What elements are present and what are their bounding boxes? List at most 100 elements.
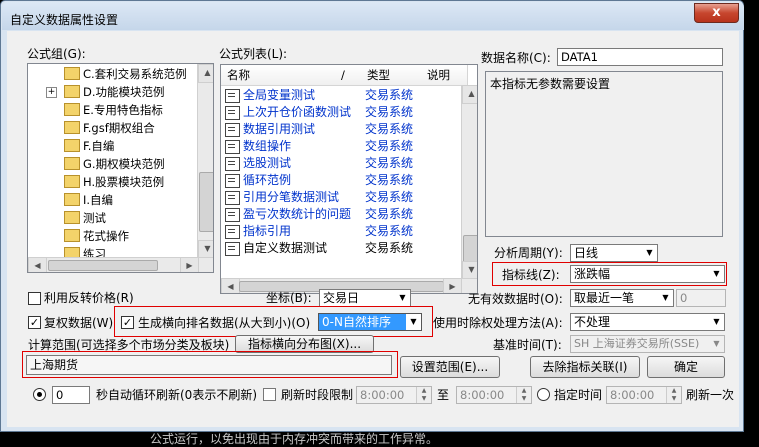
rights-method-select[interactable]: 不处理 ▼ [570, 313, 725, 331]
time-spin-icon[interactable]: ▲ ▼ [516, 387, 531, 403]
list-item[interactable]: 上次开仓价函数测试 交易系统 [223, 104, 461, 121]
list-item[interactable]: 指标引用 交易系统 [223, 223, 461, 240]
rank-order-select[interactable]: 0-N自然排序 ▼ [318, 313, 422, 331]
list-vertical-scrollbar[interactable]: ▲ ▼ [461, 85, 477, 280]
formula-group-tree[interactable]: C.套利交易系统范例 + D.功能模块范例 E.专用特色指标 F.gsf期权组合 … [27, 63, 214, 273]
indicator-line-select[interactable]: 涨跌幅 ▼ [570, 265, 725, 283]
time-spin-icon[interactable]: ▲ ▼ [416, 387, 431, 403]
list-item[interactable]: 循环范例 交易系统 [223, 172, 461, 189]
base-time-label: 基准时间(T): [493, 338, 562, 352]
close-button[interactable]: x [694, 3, 739, 23]
coordinate-select[interactable]: 交易日 ▼ [319, 289, 411, 307]
folder-icon [64, 85, 80, 98]
scroll-up-button[interactable]: ▲ [198, 64, 213, 83]
rights-method-label: 使用时除权处理方法(A): [433, 316, 563, 330]
formula-icon [225, 242, 240, 256]
tree-item[interactable]: I.自编 [64, 191, 113, 209]
auto-refresh-seconds-input[interactable]: 0 [52, 386, 90, 404]
list-item[interactable]: 盈亏次数统计的问题 交易系统 [223, 206, 461, 223]
scroll-thumb[interactable] [48, 260, 158, 271]
auto-refresh-radio[interactable] [33, 388, 46, 401]
refresh-limit-label: 刷新时段限制 [281, 388, 354, 402]
analysis-period-label: 分析周期(Y): [494, 246, 563, 260]
folder-icon [64, 175, 80, 188]
chevron-down-icon: ▼ [658, 290, 673, 306]
tree-vertical-scrollbar[interactable]: ▲ ▼ [197, 64, 213, 259]
list-item[interactable]: 数据引用测试 交易系统 [223, 121, 461, 138]
chevron-down-icon: ▼ [406, 314, 421, 330]
restore-rights-label: 复权数据(W) [44, 316, 114, 330]
scroll-right-button[interactable]: ▶ [180, 257, 199, 272]
rank-data-checkbox[interactable]: ✓ [121, 316, 134, 329]
invalid-data-value-input[interactable]: 0 [676, 289, 726, 307]
column-header-desc[interactable]: 说明 [421, 65, 468, 86]
column-header-name[interactable]: 名称 / [221, 65, 368, 86]
formula-icon [225, 123, 240, 137]
tree-item[interactable]: E.专用特色指标 [64, 101, 163, 119]
folder-icon [64, 103, 80, 116]
tree-item[interactable]: H.股票模块范例 [64, 173, 164, 191]
base-time-select[interactable]: SH 上海证券交易所(SSE) ▼ [570, 335, 725, 353]
rank-data-label: 生成横向排名数据(从大到小)(O) [138, 316, 311, 330]
formula-icon [225, 157, 240, 171]
formula-icon [225, 208, 240, 222]
invalid-data-select[interactable]: 取最近一笔 ▼ [570, 289, 674, 307]
column-header-type[interactable]: 类型 [361, 65, 428, 86]
tree-item[interactable]: F.gsf期权组合 [64, 119, 155, 137]
formula-list[interactable]: 名称 / 类型 说明 全局变量测试 交易系统 上次开仓价函数测试 交易系统 数据引用测… [220, 64, 478, 294]
list-item-selected[interactable]: 自定义数据测试 交易系统 [223, 240, 461, 257]
tree-item[interactable]: F.自编 [64, 137, 114, 155]
chevron-down-icon: ▼ [709, 314, 724, 330]
set-range-button[interactable]: 设置范围(E)... [400, 356, 500, 378]
formula-list-label: 公式列表(L): [219, 47, 288, 61]
scroll-right-button[interactable]: ▶ [443, 278, 462, 293]
coordinate-label: 坐标(B): [266, 291, 312, 305]
ok-button[interactable]: 确定 [647, 356, 725, 378]
folder-icon [64, 193, 80, 206]
scroll-left-button[interactable]: ◀ [28, 257, 47, 272]
tree-horizontal-scrollbar[interactable]: ◀ ▶ [28, 257, 213, 272]
auto-refresh-label: 秒自动循环刷新(0表示不刷新) [96, 388, 257, 402]
fixed-time-input[interactable]: 8:00:00 ▲ ▼ [606, 386, 682, 404]
tree-item[interactable]: 测试 [64, 209, 106, 227]
data-name-input[interactable]: DATA1 [557, 48, 723, 66]
remove-link-button[interactable]: 去除指标关联(I) [530, 356, 640, 378]
tree-item[interactable]: G.期权模块范例 [64, 155, 165, 173]
folder-icon [64, 139, 80, 152]
reverse-price-checkbox[interactable] [28, 292, 41, 305]
folder-icon [64, 211, 80, 224]
invalid-data-label: 无有效数据时(O): [468, 292, 563, 306]
scroll-left-button[interactable]: ◀ [221, 278, 240, 293]
list-item[interactable]: 数组操作 交易系统 [223, 138, 461, 155]
scroll-thumb[interactable] [463, 235, 477, 263]
folder-icon [64, 67, 80, 80]
refresh-to-time-input[interactable]: 8:00:00 ▲ ▼ [456, 386, 532, 404]
analysis-period-select[interactable]: 日线 ▼ [570, 244, 658, 262]
list-item[interactable]: 引用分笔数据测试 交易系统 [223, 189, 461, 206]
list-item[interactable]: 选股测试 交易系统 [223, 155, 461, 172]
tree-item[interactable]: + D.功能模块范例 [46, 83, 165, 101]
scroll-up-button[interactable]: ▲ [462, 85, 477, 104]
calc-range-label: 计算范围(可选择多个市场分类及板块) [28, 338, 230, 352]
list-item[interactable]: 全局变量测试 交易系统 [223, 87, 461, 104]
calc-range-input[interactable]: 上海期货 [26, 355, 392, 375]
dialog-window: 自定义数据属性设置 x 公式组(G): C.套利交易系统范例 + D.功能模块范例… [0, 0, 744, 432]
title-bar: 自定义数据属性设置 [2, 2, 744, 30]
description-box: 本指标无参数需要设置 [485, 71, 723, 237]
tree-item[interactable]: 花式操作 [64, 227, 129, 245]
tree-item[interactable]: C.套利交易系统范例 [64, 65, 187, 83]
time-spin-icon[interactable]: ▲ ▼ [666, 387, 681, 403]
refresh-limit-checkbox[interactable] [263, 388, 276, 401]
dialog-client-area: 公式组(G): C.套利交易系统范例 + D.功能模块范例 E.专用特色指标 F.… [7, 31, 739, 427]
chevron-down-icon: ▼ [709, 336, 724, 352]
formula-icon [225, 225, 240, 239]
refresh-from-time-input[interactable]: 8:00:00 ▲ ▼ [356, 386, 432, 404]
formula-group-label: 公式组(G): [27, 47, 86, 61]
formula-icon [225, 106, 240, 120]
reverse-price-label: 利用反转价格(R) [44, 291, 134, 305]
fixed-time-radio[interactable] [537, 388, 550, 401]
data-name-label: 数据名称(C): [481, 51, 551, 65]
scroll-thumb[interactable] [199, 172, 213, 232]
expand-icon[interactable]: + [46, 87, 57, 98]
restore-rights-checkbox[interactable]: ✓ [28, 316, 41, 329]
